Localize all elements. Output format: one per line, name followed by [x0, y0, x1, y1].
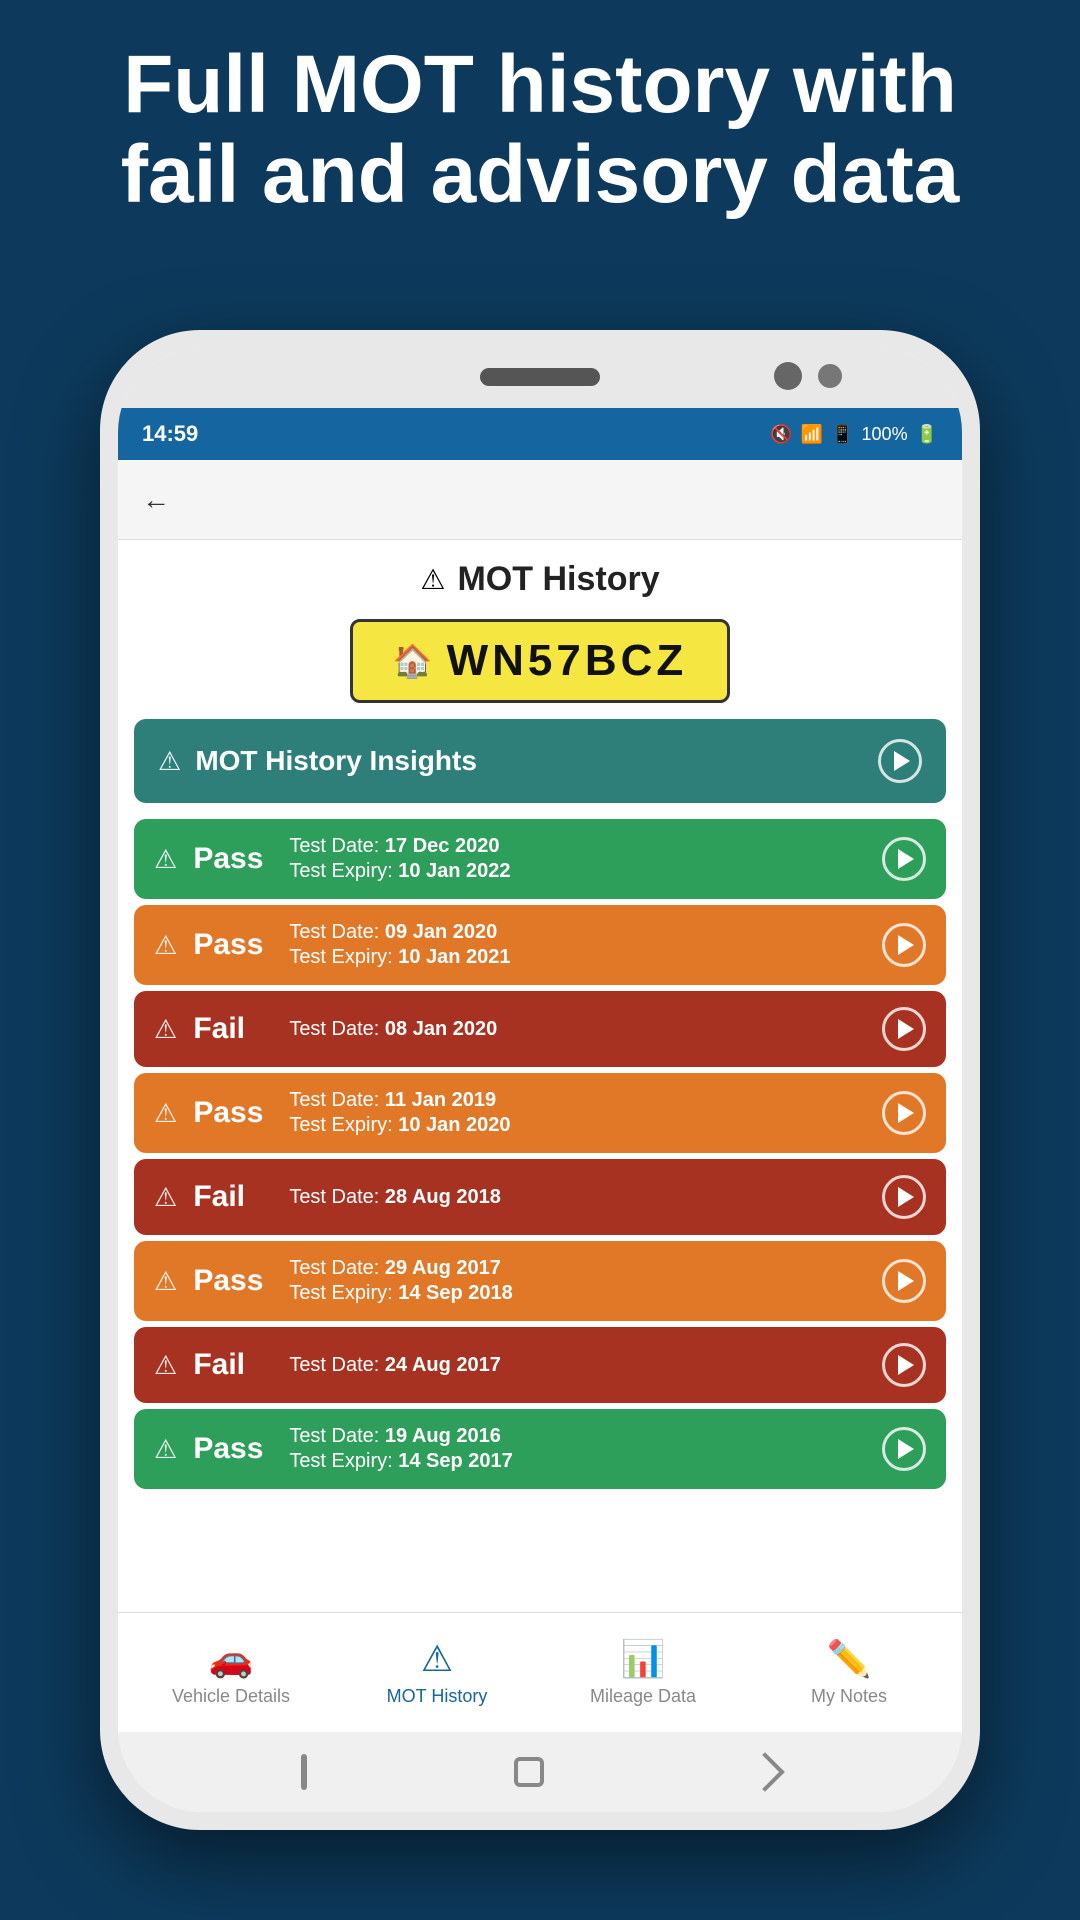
mot-row-play-button[interactable]: [882, 1259, 926, 1303]
mot-hazard-icon: ⚠: [154, 1350, 177, 1381]
mot-hazard-icon: ⚠: [154, 1014, 177, 1045]
mot-row[interactable]: ⚠ Fail Test Date: 28 Aug 2018: [134, 1159, 946, 1235]
nav-item-mileage-data[interactable]: 📊 Mileage Data: [540, 1638, 746, 1707]
nav-item-vehicle-details[interactable]: 🚗 Vehicle Details: [128, 1638, 334, 1707]
bottom-nav: 🚗 Vehicle Details ⚠ MOT History 📊 Mileage Dat…: [118, 1612, 962, 1732]
mot-hazard-icon: ⚠: [154, 1266, 177, 1297]
mot-row-play-button[interactable]: [882, 1007, 926, 1051]
nav-header: ←: [118, 460, 962, 540]
mot-row[interactable]: ⚠ Pass Test Date: 19 Aug 2016Test Expiry: …: [134, 1409, 946, 1489]
mot-row-play-button[interactable]: [882, 1175, 926, 1219]
nav-label-my-notes: My Notes: [811, 1686, 887, 1707]
battery-icon: 🔋: [916, 424, 938, 445]
mot-list: ⚠PassTest Date: 17 Dec 2020Test Expiry: …: [118, 811, 962, 1497]
signal-icon: 📱: [831, 424, 853, 445]
mot-hazard-icon: ⚠: [154, 930, 177, 961]
mot-row[interactable]: ⚠ Fail Test Date: 24 Aug 2017: [134, 1327, 946, 1403]
mot-title-text: MOT History: [457, 560, 659, 599]
mot-hazard-icon: ⚠: [154, 1434, 177, 1465]
nav-icon-mot-history: ⚠: [421, 1638, 453, 1680]
gesture-chevron: [745, 1752, 785, 1792]
page-headline: Full MOT history with fail and advisory …: [0, 40, 1080, 220]
mot-expiry-date: Test Expiry: 14 Sep 2017: [289, 1450, 512, 1473]
wifi-icon: 📶: [801, 424, 823, 445]
nav-label-mot-history: MOT History: [387, 1686, 488, 1707]
mot-row[interactable]: ⚠ Pass Test Date: 29 Aug 2017Test Expiry: …: [134, 1241, 946, 1321]
mot-test-date: Test Date: 24 Aug 2017: [289, 1354, 501, 1377]
license-plate-container: 🏠 WN57BCZ: [118, 609, 962, 719]
front-camera2: [818, 364, 842, 388]
status-time: 14:59: [142, 421, 198, 447]
mot-hazard-icon: ⚠: [154, 844, 177, 875]
mot-row-play-button[interactable]: [882, 1091, 926, 1135]
nav-item-mot-history[interactable]: ⚠ MOT History: [334, 1638, 540, 1707]
phone-frame: 14:59 🔇 📶 📱 100% 🔋 ← ⚠ MOT History: [100, 330, 980, 1830]
status-icons: 🔇 📶 📱 100% 🔋: [770, 424, 938, 445]
mot-test-date: Test Date: 28 Aug 2018: [289, 1186, 501, 1209]
mot-result-label: Fail: [193, 1012, 273, 1046]
insights-play-button[interactable]: [878, 739, 922, 783]
phone-inner: 14:59 🔇 📶 📱 100% 🔋 ← ⚠ MOT History: [118, 348, 962, 1812]
mot-test-date: Test Date: 19 Aug 2016: [289, 1425, 512, 1448]
mot-test-date: Test Date: 09 Jan 2020: [289, 921, 510, 944]
mot-test-date: Test Date: 08 Jan 2020: [289, 1018, 497, 1041]
screen-content: ⚠ MOT History 🏠 WN57BCZ ⚠ MOT History In…: [118, 540, 962, 1612]
back-button[interactable]: ←: [142, 484, 170, 516]
mot-row[interactable]: ⚠ Fail Test Date: 08 Jan 2020: [134, 991, 946, 1067]
mot-result-label: Fail: [193, 1180, 273, 1214]
mot-hazard-icon: ⚠: [154, 1182, 177, 1213]
mot-expiry-date: Test Expiry: 14 Sep 2018: [289, 1282, 512, 1305]
mot-result-label: Pass: [193, 1264, 273, 1298]
mot-result-label: Pass: [193, 928, 273, 962]
front-camera: [774, 362, 802, 390]
mot-row-play-button[interactable]: [882, 1427, 926, 1471]
mot-row[interactable]: ⚠ Pass Test Date: 17 Dec 2020Test Expiry: …: [134, 819, 946, 899]
gesture-line: [301, 1754, 307, 1790]
plate-number: WN57BCZ: [447, 636, 688, 686]
nav-icon-my-notes: ✏️: [827, 1638, 872, 1680]
insights-hazard-icon: ⚠: [158, 746, 181, 777]
mot-expiry-date: Test Expiry: 10 Jan 2022: [289, 860, 510, 883]
mot-row-play-button[interactable]: [882, 837, 926, 881]
battery-label: 100%: [862, 424, 908, 445]
nav-icon-vehicle-details: 🚗: [209, 1638, 254, 1680]
mot-title-hazard-icon: ⚠: [420, 563, 445, 596]
mot-result-label: Pass: [193, 1432, 273, 1466]
phone-gesture-bar: [118, 1732, 962, 1812]
insights-text: MOT History Insights: [195, 745, 477, 777]
mot-title-section: ⚠ MOT History: [118, 540, 962, 609]
nav-label-mileage-data: Mileage Data: [590, 1686, 696, 1707]
insights-banner[interactable]: ⚠ MOT History Insights: [134, 719, 946, 803]
mot-result-label: Pass: [193, 1096, 273, 1130]
phone-top-bar: [118, 348, 962, 408]
mute-icon: 🔇: [770, 424, 792, 445]
nav-label-vehicle-details: Vehicle Details: [172, 1686, 290, 1707]
gesture-square: [514, 1757, 544, 1787]
garage-icon: 🏠: [393, 642, 433, 680]
mot-result-label: Pass: [193, 842, 273, 876]
mot-result-label: Fail: [193, 1348, 273, 1382]
mot-test-date: Test Date: 17 Dec 2020: [289, 835, 510, 858]
mot-expiry-date: Test Expiry: 10 Jan 2021: [289, 946, 510, 969]
mot-test-date: Test Date: 11 Jan 2019: [289, 1089, 510, 1112]
mot-row[interactable]: ⚠ Pass Test Date: 09 Jan 2020Test Expiry: …: [134, 905, 946, 985]
mot-expiry-date: Test Expiry: 10 Jan 2020: [289, 1114, 510, 1137]
insights-left: ⚠ MOT History Insights: [158, 745, 477, 777]
license-plate: 🏠 WN57BCZ: [350, 619, 731, 703]
status-bar: 14:59 🔇 📶 📱 100% 🔋: [118, 408, 962, 460]
nav-icon-mileage-data: 📊: [621, 1638, 666, 1680]
nav-item-my-notes[interactable]: ✏️ My Notes: [746, 1638, 952, 1707]
mot-row[interactable]: ⚠ Pass Test Date: 11 Jan 2019Test Expiry: …: [134, 1073, 946, 1153]
speaker: [480, 368, 600, 386]
mot-row-play-button[interactable]: [882, 1343, 926, 1387]
mot-test-date: Test Date: 29 Aug 2017: [289, 1257, 512, 1280]
mot-row-play-button[interactable]: [882, 923, 926, 967]
mot-hazard-icon: ⚠: [154, 1098, 177, 1129]
